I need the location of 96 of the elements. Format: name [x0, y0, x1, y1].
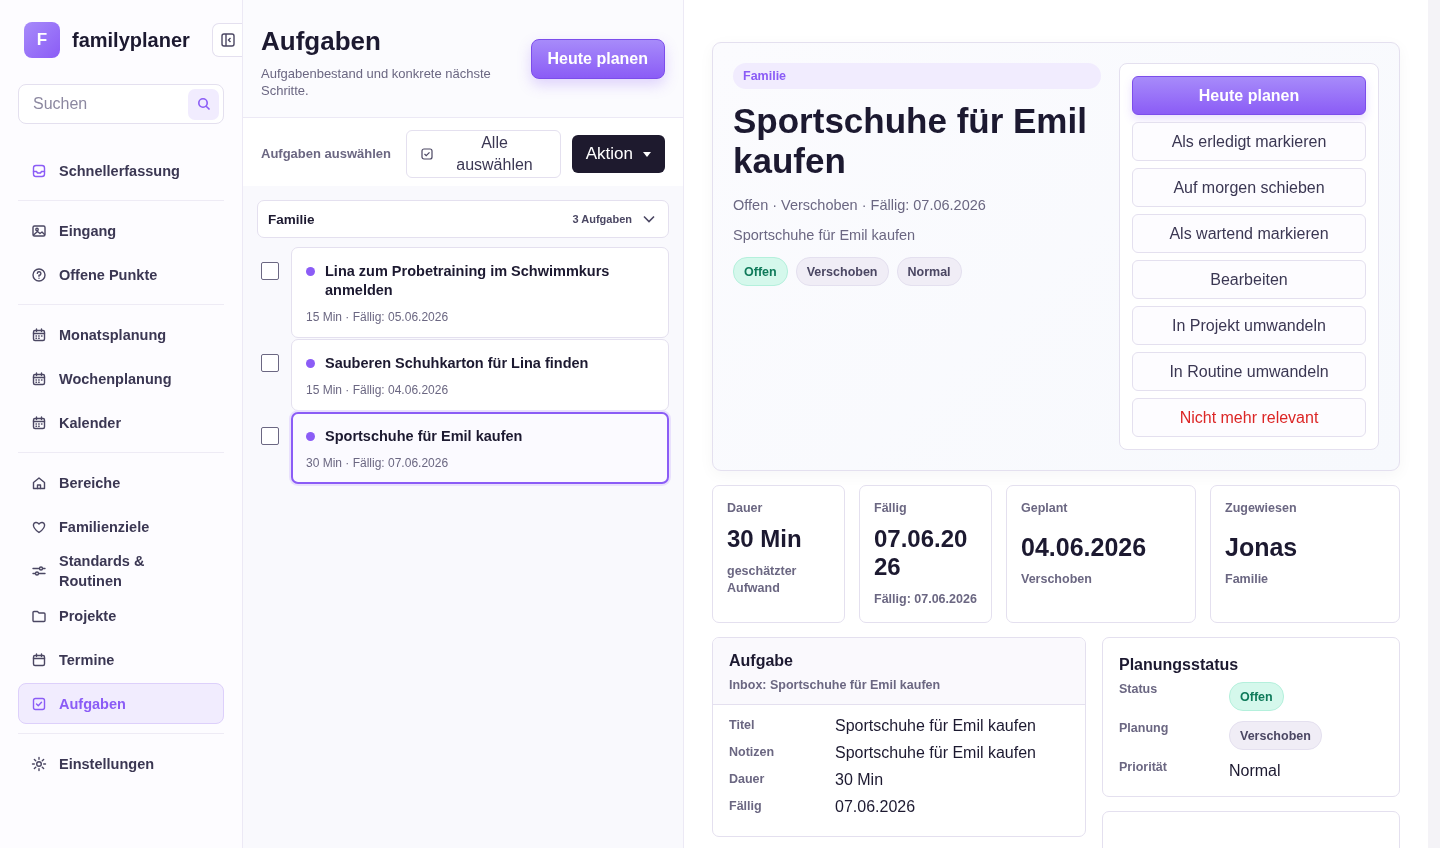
inbox-icon: [31, 162, 47, 179]
field-value: Normal: [1229, 762, 1281, 780]
sliders-icon: [31, 563, 47, 579]
sidebar-item[interactable]: Projekte: [18, 595, 224, 636]
sidebar-item[interactable]: Termine: [18, 639, 224, 680]
task-meta: Offen · Verschoben · Fällig: 07.06.2026: [733, 197, 986, 213]
sidebar-item[interactable]: Schnellerfassung: [18, 150, 224, 191]
page-subtitle: Aufgabenbestand und konkrete nächste Schritte.: [261, 65, 492, 99]
task-title: Sauberen Schuhkarton für Lina finden: [325, 354, 589, 373]
stat-value: 07.06.2026: [874, 525, 969, 581]
task-dot: [306, 359, 315, 368]
task-checkbox[interactable]: [261, 262, 279, 280]
task-note: Sportschuhe für Emil kaufen: [733, 227, 916, 243]
action-button[interactable]: Auf morgen schieben: [1132, 168, 1366, 207]
task-card[interactable]: Sauberen Schuhkarton für Lina finden 15 Min · Fällig: 04.06.2026: [291, 339, 669, 411]
field-label: Notizen: [729, 744, 776, 759]
select-label: Aufgaben auswählen: [261, 145, 393, 163]
stat-label: Zugewiesen: [1225, 501, 1298, 515]
action-button[interactable]: Als wartend markieren: [1132, 214, 1366, 253]
stat-caption: geschätzter Aufwand: [727, 563, 798, 597]
stat-caption: Fällig: 07.06.2026: [874, 591, 977, 608]
sidebar-item[interactable]: Aufgaben: [18, 683, 224, 724]
brand-name: familyplaner: [72, 28, 190, 52]
task-meta: 15 Min · Fällig: 05.06.2026: [306, 310, 450, 324]
stat-label: Fällig: [874, 501, 908, 515]
stat-caption: Verschoben: [1021, 571, 1093, 588]
field-label: Fällig: [729, 798, 763, 813]
action-button[interactable]: Nicht mehr relevant: [1132, 398, 1366, 437]
caret-icon: [643, 151, 651, 157]
sidebar-item[interactable]: Eingang: [18, 210, 224, 251]
sidebar-item[interactable]: Standards & Routinen: [18, 550, 224, 592]
sidebar-item[interactable]: Bereiche: [18, 462, 224, 503]
status-tag: Offen: [733, 257, 788, 286]
field-value: 30 Min: [835, 771, 885, 789]
task-dot: [306, 432, 315, 441]
stat-label: Geplant: [1021, 501, 1069, 515]
select-all-button[interactable]: Alle auswählen: [406, 130, 561, 178]
status-tag: Offen: [1229, 682, 1284, 711]
brand-logo: F: [24, 22, 60, 58]
card-subtitle: Inbox: Sportschuhe für Emil kaufen: [729, 678, 942, 692]
help-icon: [31, 266, 47, 283]
search-field[interactable]: Suchen: [18, 84, 224, 124]
action-button[interactable]: Als erledigt markieren: [1132, 122, 1366, 161]
checkbox-icon: [421, 148, 433, 160]
status-tag: Verschoben: [1229, 721, 1322, 750]
sidebar-item[interactable]: Familienziele: [18, 506, 224, 547]
card-title: Aufgabe: [729, 652, 794, 670]
search-input[interactable]: Suchen: [31, 94, 188, 114]
calplain-icon: [31, 651, 47, 668]
stat-value: 04.06.2026: [1021, 533, 1148, 561]
field-label: Titel: [729, 717, 756, 732]
task-meta: 30 Min · Fällig: 07.06.2026: [306, 456, 450, 470]
task-card[interactable]: Sportschuhe für Emil kaufen 30 Min · Fällig: 07.06.2026: [291, 412, 669, 484]
field-label: Priorität: [1119, 760, 1167, 774]
sidebar-collapse-icon[interactable]: [212, 23, 242, 57]
task-title: Sportschuhe für Emil kaufen: [733, 101, 1088, 181]
stat-caption: Familie: [1225, 571, 1270, 588]
action-button[interactable]: Bearbeiten: [1132, 260, 1366, 299]
home-icon: [31, 474, 47, 491]
sidebar-item[interactable]: Kalender: [18, 402, 224, 443]
cal-icon: [31, 326, 47, 343]
action-button[interactable]: In Projekt umwandeln: [1132, 306, 1366, 345]
task-checkbox[interactable]: [261, 427, 279, 445]
field-label: Status: [1119, 682, 1158, 696]
sidebar-item[interactable]: Offene Punkte: [18, 254, 224, 295]
status-tag: Verschoben: [795, 257, 889, 286]
sun-icon: [31, 755, 47, 772]
field-value: Sportschuhe für Emil kaufen: [835, 744, 1037, 762]
task-title: Sportschuhe für Emil kaufen: [325, 427, 523, 446]
task-title: Lina zum Probetraining im Schwimmkurs anmelden: [325, 262, 611, 300]
cal-icon: [31, 370, 47, 387]
page-title: Aufgaben: [261, 26, 382, 57]
task-meta: 15 Min · Fällig: 04.06.2026: [306, 383, 450, 397]
task-card[interactable]: Lina zum Probetraining im Schwimmkurs anmelden 15 Min · Fällig: 05.06.2026: [291, 247, 669, 338]
sidebar-item[interactable]: Wochenplanung: [18, 358, 224, 399]
task-checkbox[interactable]: [261, 354, 279, 372]
group-header[interactable]: Familie 3 Aufgaben: [257, 200, 669, 238]
field-label: Planung: [1119, 721, 1169, 735]
action-button[interactable]: In Routine umwandeln: [1132, 352, 1366, 391]
stat-label: Dauer: [727, 501, 764, 515]
stat-value: Jonas: [1225, 533, 1299, 561]
search-icon[interactable]: [188, 88, 219, 120]
action-button[interactable]: Aktion: [571, 135, 665, 173]
image-icon: [31, 222, 47, 239]
field-label: Dauer: [729, 771, 766, 786]
category-label: Familie: [733, 63, 1101, 89]
sidebar-item[interactable]: Einstellungen: [18, 743, 224, 784]
stat-value: 30 Min: [727, 525, 803, 553]
check-icon: [31, 695, 47, 712]
status-tag: Normal: [896, 257, 962, 286]
task-dot: [306, 267, 315, 276]
cal-icon: [31, 414, 47, 431]
field-value: Sportschuhe für Emil kaufen: [835, 717, 1037, 735]
sidebar-item[interactable]: Monatsplanung: [18, 314, 224, 355]
field-value: 07.06.2026: [835, 798, 917, 816]
card-title: Planungsstatus: [1119, 656, 1240, 674]
